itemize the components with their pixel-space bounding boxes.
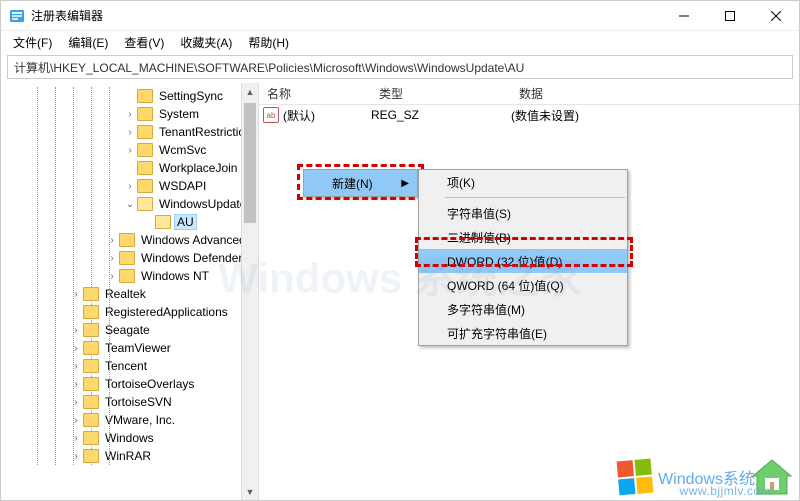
titlebar: 注册表编辑器 — [1, 1, 799, 31]
folder-icon — [119, 233, 135, 247]
folder-icon — [155, 215, 171, 229]
tree-item[interactable]: ›TortoiseOverlays — [3, 375, 258, 393]
tree-item[interactable]: WorkplaceJoin — [3, 159, 258, 177]
folder-icon — [119, 269, 135, 283]
tree-item[interactable]: ›Realtek — [3, 285, 258, 303]
tree-scrollbar[interactable]: ▲ ▼ — [241, 83, 258, 500]
tree-item[interactable]: ›VMware, Inc. — [3, 411, 258, 429]
col-data[interactable]: 数据 — [511, 85, 799, 102]
menu-new[interactable]: 新建(N) ▶ — [304, 170, 417, 196]
menu-separator — [445, 197, 625, 198]
folder-icon — [137, 197, 153, 211]
tree-item[interactable]: ›Windows NT — [3, 267, 258, 285]
menu-view[interactable]: 查看(V) — [118, 32, 170, 53]
folder-icon — [137, 89, 153, 103]
menu-new-binary[interactable]: 二进制值(B) — [419, 225, 627, 249]
folder-icon — [119, 251, 135, 265]
minimize-button[interactable] — [661, 1, 707, 31]
context-menu: 新建(N) ▶ — [303, 169, 418, 197]
value-name: (默认) — [283, 107, 371, 124]
menu-new-multistring[interactable]: 多字符串值(M) — [419, 297, 627, 321]
windows-logo-icon — [617, 459, 654, 496]
menu-new-string[interactable]: 字符串值(S) — [419, 201, 627, 225]
tree-item[interactable]: ›Seagate — [3, 321, 258, 339]
menu-help[interactable]: 帮助(H) — [242, 32, 295, 53]
folder-icon — [137, 161, 153, 175]
window-title: 注册表编辑器 — [31, 7, 661, 24]
value-data: (数值未设置) — [511, 107, 799, 124]
menu-new-key[interactable]: 项(K) — [419, 170, 627, 194]
scroll-down-icon[interactable]: ▼ — [242, 483, 258, 500]
submenu-arrow-icon: ▶ — [401, 178, 409, 189]
tree-item[interactable]: ⌄WindowsUpdate — [3, 195, 258, 213]
scroll-thumb[interactable] — [244, 103, 256, 223]
folder-icon — [137, 179, 153, 193]
tree-item[interactable]: ›Windows — [3, 429, 258, 447]
menu-new-expandstring[interactable]: 可扩充字符串值(E) — [419, 321, 627, 345]
tree-item[interactable]: ›TenantRestriction — [3, 123, 258, 141]
folder-icon — [83, 395, 99, 409]
folder-icon — [83, 359, 99, 373]
tree-item[interactable]: ›WSDAPI — [3, 177, 258, 195]
list-header: 名称 类型 数据 — [259, 83, 799, 105]
folder-icon — [83, 377, 99, 391]
tree-item[interactable]: ›System — [3, 105, 258, 123]
folder-icon — [137, 107, 153, 121]
folder-icon — [83, 305, 99, 319]
menu-edit[interactable]: 编辑(E) — [62, 32, 114, 53]
tree-panel: SettingSync ›System ›TenantRestriction ›… — [1, 83, 259, 500]
folder-icon — [83, 449, 99, 463]
folder-icon — [83, 341, 99, 355]
tree-item[interactable]: ›Windows Advanced — [3, 231, 258, 249]
address-text: 计算机\HKEY_LOCAL_MACHINE\SOFTWARE\Policies… — [14, 59, 524, 76]
folder-icon — [137, 143, 153, 157]
context-submenu: 项(K) 字符串值(S) 二进制值(B) DWORD (32 位)值(D) QW… — [418, 169, 628, 346]
window-buttons — [661, 1, 799, 31]
folder-icon — [83, 287, 99, 301]
folder-icon — [83, 323, 99, 337]
col-type[interactable]: 类型 — [371, 85, 511, 102]
menubar: 文件(F) 编辑(E) 查看(V) 收藏夹(A) 帮助(H) — [1, 31, 799, 53]
address-bar[interactable]: 计算机\HKEY_LOCAL_MACHINE\SOFTWARE\Policies… — [7, 55, 793, 79]
tree-item[interactable]: ›WinRAR — [3, 447, 258, 465]
maximize-button[interactable] — [707, 1, 753, 31]
collapse-icon[interactable]: ⌄ — [123, 199, 137, 210]
tree-item[interactable]: SettingSync — [3, 87, 258, 105]
menu-new-qword[interactable]: QWORD (64 位)值(Q) — [419, 273, 627, 297]
menu-file[interactable]: 文件(F) — [7, 32, 58, 53]
folder-icon — [83, 431, 99, 445]
tree-item[interactable]: ›WcmSvc — [3, 141, 258, 159]
menu-new-dword[interactable]: DWORD (32 位)值(D) — [419, 249, 627, 273]
app-icon — [9, 8, 25, 24]
menu-fav[interactable]: 收藏夹(A) — [174, 32, 238, 53]
folder-icon — [137, 125, 153, 139]
watermark-url: www.bjjmlv.com — [680, 484, 771, 498]
tree-item[interactable]: ›TeamViewer — [3, 339, 258, 357]
scroll-up-icon[interactable]: ▲ — [242, 83, 258, 100]
value-type: REG_SZ — [371, 108, 511, 122]
folder-icon — [83, 413, 99, 427]
col-name[interactable]: 名称 — [259, 85, 371, 102]
string-value-icon: ab — [263, 107, 279, 123]
tree-item-selected[interactable]: AU — [3, 213, 258, 231]
close-button[interactable] — [753, 1, 799, 31]
tree-item[interactable]: ›Tencent — [3, 357, 258, 375]
value-row[interactable]: ab (默认) REG_SZ (数值未设置) — [259, 105, 799, 125]
tree-item[interactable]: ›TortoiseSVN — [3, 393, 258, 411]
tree-item[interactable]: RegisteredApplications — [3, 303, 258, 321]
tree-item[interactable]: ›Windows Defender — [3, 249, 258, 267]
